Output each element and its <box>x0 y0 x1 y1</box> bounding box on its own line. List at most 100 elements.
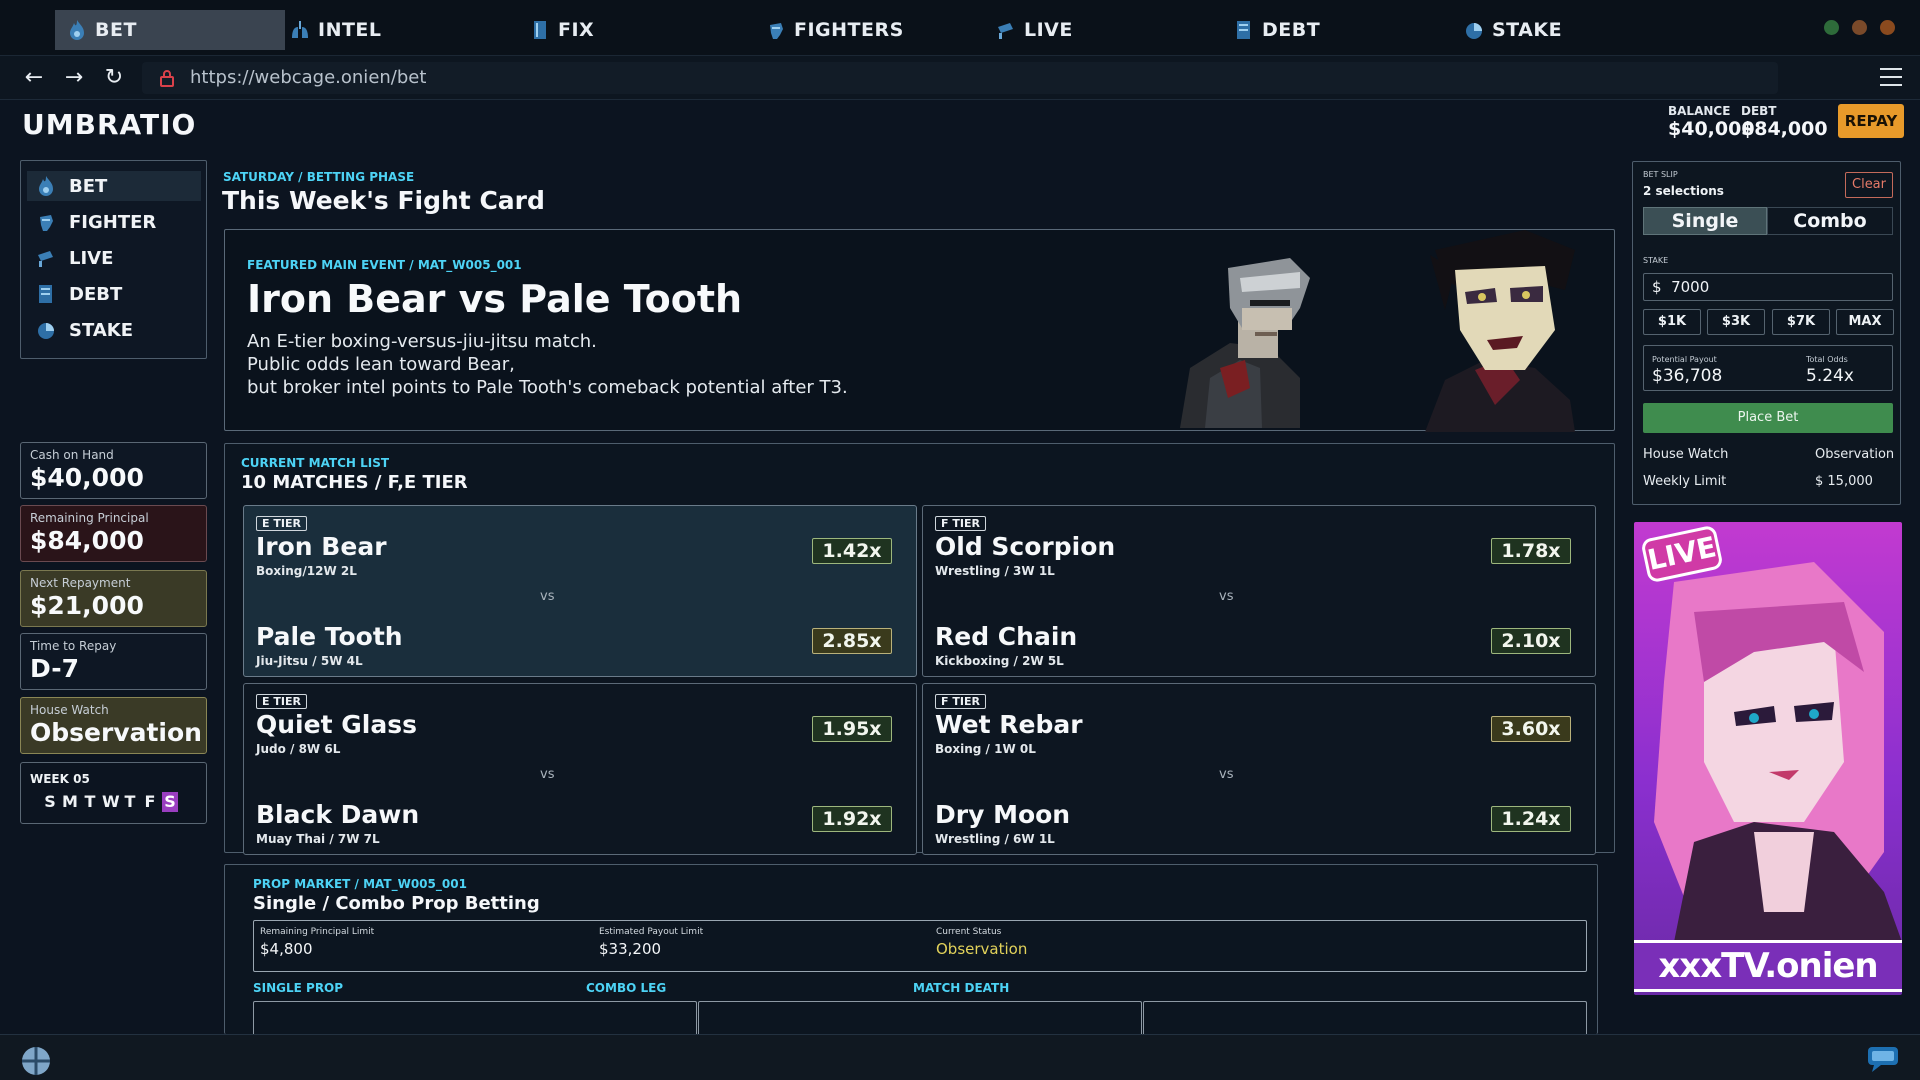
stake-input[interactable]: $ 7000 <box>1643 273 1893 301</box>
row-value: $ 15,000 <box>1815 474 1873 489</box>
featured-desc-line: An E-tier boxing-versus-jiu-jitsu match. <box>247 331 597 352</box>
match-card[interactable]: F TIER Old Scorpion Wrestling / 3W 1L 1.… <box>922 505 1596 677</box>
tab-intel[interactable]: INTEL <box>290 10 382 50</box>
reload-icon[interactable]: ↻ <box>102 66 126 90</box>
fighter-name: Dry Moon <box>935 800 1071 829</box>
sidebar-item-label: LIVE <box>69 247 114 269</box>
chip-7k-button[interactable]: $7K <box>1772 309 1830 335</box>
close-button[interactable] <box>1880 20 1895 35</box>
prop-column-header: COMBO LEG <box>586 981 667 995</box>
bet-slip: BET SLIP 2 selections Clear Single Combo… <box>1632 161 1901 505</box>
stat-card-principal: Remaining Principal $84,000 <box>20 505 207 562</box>
match-card[interactable]: F TIER Wet Rebar Boxing / 1W 0L 3.60x vs… <box>922 683 1596 855</box>
featured-desc-line: but broker intel points to Pale Tooth's … <box>247 377 848 398</box>
sidebar-item-fighter[interactable]: FIGHTER <box>27 207 201 237</box>
pie-icon <box>38 323 54 339</box>
day-sun[interactable]: S <box>42 792 58 812</box>
sidebar-item-bet[interactable]: BET <box>27 171 201 201</box>
tab-fighters[interactable]: FIGHTERS <box>766 10 904 50</box>
globe-icon[interactable] <box>20 1045 52 1077</box>
day-mon[interactable]: M <box>62 792 78 812</box>
fighter-name: Iron Bear <box>256 532 387 561</box>
odds-button[interactable]: 2.10x <box>1491 628 1571 654</box>
tab-fix[interactable]: FIX <box>530 10 594 50</box>
odds-button[interactable]: 1.24x <box>1491 806 1571 832</box>
sidebar-nav: BET FIGHTER LIVE DEBT STAKE <box>20 160 207 359</box>
day-sat[interactable]: S <box>162 792 178 812</box>
fighter-record: Judo / 8W 6L <box>256 742 341 756</box>
total-odds-label: Total Odds <box>1806 355 1848 364</box>
week-label: WEEK 05 <box>30 772 90 786</box>
fighter-name: Quiet Glass <box>256 710 417 739</box>
back-arrow-icon[interactable]: ← <box>22 66 46 90</box>
day-thu[interactable]: T <box>122 792 138 812</box>
prop-market-title: Single / Combo Prop Betting <box>253 893 540 914</box>
match-card[interactable]: E TIER Iron Bear Boxing/12W 2L 1.42x vs … <box>243 505 917 677</box>
stat-value: $21,000 <box>30 591 144 620</box>
repay-button[interactable]: REPAY <box>1838 104 1904 138</box>
debt-label: DEBT <box>1741 104 1777 118</box>
day-fri[interactable]: F <box>142 792 158 812</box>
tab-label: INTEL <box>318 19 382 41</box>
stat-value: $84,000 <box>30 526 144 555</box>
taskbar <box>0 1034 1920 1080</box>
live-stream-ad[interactable]: LIVE xxxTV.onien <box>1634 522 1902 995</box>
stat-card-time: Time to Repay D-7 <box>20 633 207 690</box>
sidebar-item-label: BET <box>69 175 108 197</box>
stat-label: Cash on Hand <box>30 448 114 462</box>
minimize-button[interactable] <box>1824 20 1839 35</box>
match-card[interactable]: E TIER Quiet Glass Judo / 8W 6L 1.95x vs… <box>243 683 917 855</box>
single-mode-button[interactable]: Single <box>1643 207 1767 235</box>
fighter-record: Boxing / 1W 0L <box>935 742 1036 756</box>
streamer-illustration <box>1654 562 1902 942</box>
payout-value: $36,708 <box>1652 366 1723 386</box>
sidebar-item-stake[interactable]: STAKE <box>27 315 201 345</box>
fighter-name: Pale Tooth <box>256 622 403 651</box>
chip-3k-button[interactable]: $3K <box>1707 309 1765 335</box>
featured-desc-line: Public odds lean toward Bear, <box>247 354 515 375</box>
url-text: https://webcage.onien/bet <box>190 67 427 88</box>
prop-stat: Estimated Payout Limit $33,200 <box>599 927 703 958</box>
tier-badge: F TIER <box>935 516 986 531</box>
prop-stat-label: Remaining Principal Limit <box>260 927 375 937</box>
odds-button[interactable]: 1.95x <box>812 716 892 742</box>
odds-button[interactable]: 3.60x <box>1491 716 1571 742</box>
stat-card-repayment: Next Repayment $21,000 <box>20 570 207 627</box>
payout-label: Potential Payout <box>1652 355 1717 364</box>
chip-max-button[interactable]: MAX <box>1836 309 1894 335</box>
debt-value: $84,000 <box>1741 118 1828 140</box>
combo-mode-button[interactable]: Combo <box>1767 207 1893 235</box>
tab-debt[interactable]: DEBT <box>1234 10 1320 50</box>
prop-stat-label: Estimated Payout Limit <box>599 927 704 937</box>
tab-stake[interactable]: STAKE <box>1464 10 1562 50</box>
place-bet-button[interactable]: Place Bet <box>1643 403 1893 433</box>
phase-label: SATURDAY / BETTING PHASE <box>223 170 415 184</box>
flame-icon <box>39 176 53 196</box>
odds-button[interactable]: 1.92x <box>812 806 892 832</box>
chip-1k-button[interactable]: $1K <box>1643 309 1701 335</box>
chat-icon[interactable] <box>1866 1045 1900 1073</box>
tier-badge: E TIER <box>256 516 307 531</box>
odds-button[interactable]: 1.42x <box>812 538 892 564</box>
forward-arrow-icon[interactable]: → <box>62 66 86 90</box>
stat-value: Observation <box>30 718 202 747</box>
day-tue[interactable]: T <box>82 792 98 812</box>
prop-market: PROP MARKET / MAT_W005_001 Single / Comb… <box>224 864 1598 1041</box>
odds-button[interactable]: 2.85x <box>812 628 892 654</box>
tab-bet[interactable]: BET <box>55 10 285 50</box>
odds-button[interactable]: 1.78x <box>1491 538 1571 564</box>
clear-button[interactable]: Clear <box>1845 172 1893 198</box>
sidebar-item-live[interactable]: LIVE <box>27 243 201 273</box>
row-key: House Watch <box>1643 447 1729 462</box>
sidebar-item-debt[interactable]: DEBT <box>27 279 201 309</box>
ad-site-label[interactable]: xxxTV.onien <box>1634 940 1902 992</box>
tab-live[interactable]: LIVE <box>996 10 1073 50</box>
day-wed[interactable]: W <box>102 792 120 812</box>
hamburger-menu-icon[interactable] <box>1880 68 1902 86</box>
maximize-button[interactable] <box>1852 20 1867 35</box>
url-field[interactable]: https://webcage.onien/bet <box>142 62 1778 94</box>
prop-column-header: SINGLE PROP <box>253 981 344 995</box>
ledger-icon <box>39 285 52 303</box>
week-card: WEEK 05 S M T W T F S <box>20 762 207 824</box>
book-icon <box>534 21 546 39</box>
